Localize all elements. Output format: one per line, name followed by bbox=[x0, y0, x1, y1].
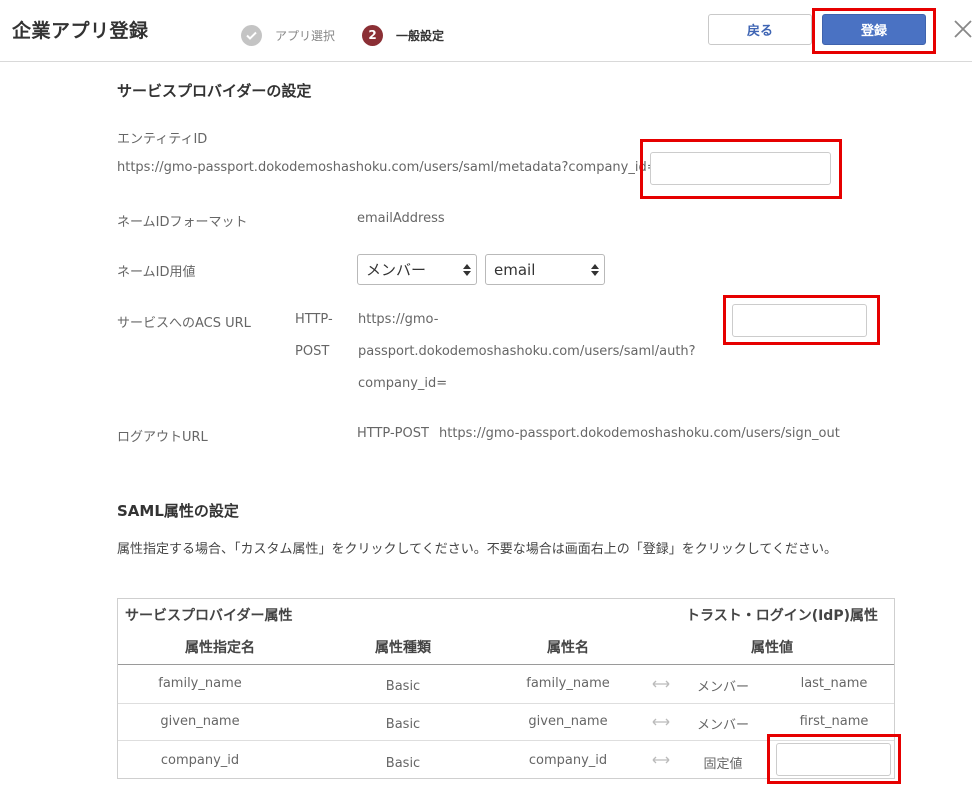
column-header-idp-attr: 属性名 bbox=[547, 640, 589, 656]
acs-url-line1: https://gmo- bbox=[358, 312, 439, 327]
acs-url-label: サービスへのACS URL bbox=[117, 316, 251, 331]
name-id-format-label: ネームIDフォーマット bbox=[117, 215, 248, 230]
group-header-sp: サービスプロバイダー属性 bbox=[125, 608, 293, 624]
logout-url-label: ログアウトURL bbox=[117, 430, 208, 445]
step-label: アプリ選択 bbox=[275, 28, 336, 43]
check-icon bbox=[241, 24, 262, 46]
column-header-attr-type: 属性種類 bbox=[375, 640, 431, 656]
header-bar: 企業アプリ登録 アプリ選択 2 一般設定 戻る 登録 bbox=[0, 0, 972, 62]
step-label: 一般設定 bbox=[396, 28, 445, 43]
cell-attr-name: company_id bbox=[160, 753, 240, 768]
step-general-settings: 2 一般設定 bbox=[362, 24, 444, 46]
column-header-attr-value: 属性値 bbox=[751, 640, 793, 656]
sp-settings-title: サービスプロバイダーの設定 bbox=[117, 82, 312, 100]
acs-url-line2: passport.dokodemoshashoku.com/users/saml… bbox=[358, 344, 696, 359]
company-id-value-input[interactable] bbox=[776, 743, 891, 776]
cell-attr-type: Basic bbox=[385, 679, 421, 694]
page-title: 企業アプリ登録 bbox=[12, 20, 149, 42]
select-value: メンバー bbox=[366, 261, 427, 279]
cell-idp-type: メンバー bbox=[696, 680, 750, 695]
cell-attr-type: Basic bbox=[385, 756, 421, 771]
step-number-badge: 2 bbox=[362, 24, 383, 46]
cell-attr-name: family_name bbox=[158, 676, 242, 691]
cell-idp-attr: family_name bbox=[526, 676, 610, 691]
acs-binding-line1: HTTP- bbox=[295, 312, 333, 327]
cell-idp-attr: company_id bbox=[528, 753, 608, 768]
column-header-attr-name: 属性指定名 bbox=[185, 640, 255, 656]
saml-description: 属性指定する場合、「カスタム属性」をクリックしてください。不要な場合は画面右上の… bbox=[117, 542, 837, 557]
name-id-source-select[interactable]: メンバー bbox=[357, 254, 477, 285]
saml-settings-title: SAML属性の設定 bbox=[117, 502, 239, 520]
group-header-idp: トラスト・ログイン(IdP)属性 bbox=[685, 608, 878, 624]
double-arrow-icon bbox=[652, 718, 670, 726]
select-arrows-icon bbox=[591, 264, 599, 276]
back-button[interactable]: 戻る bbox=[708, 14, 812, 45]
entity-id-url: https://gmo-passport.dokodemoshashoku.co… bbox=[117, 160, 658, 175]
name-id-attribute-select[interactable]: email bbox=[485, 254, 605, 285]
select-arrows-icon bbox=[463, 264, 471, 276]
register-button[interactable]: 登録 bbox=[822, 14, 926, 45]
entity-id-input[interactable] bbox=[650, 152, 831, 185]
cell-idp-attr: given_name bbox=[528, 714, 608, 729]
cell-idp-type: メンバー bbox=[696, 718, 750, 733]
cell-idp-type: 固定値 bbox=[703, 757, 743, 772]
name-id-value-label: ネームID用値 bbox=[117, 265, 196, 280]
select-value: email bbox=[494, 260, 536, 279]
cell-attr-type: Basic bbox=[385, 717, 421, 732]
entity-id-label: エンティティID bbox=[117, 132, 208, 147]
double-arrow-icon bbox=[652, 756, 670, 764]
step-app-select: アプリ選択 bbox=[241, 24, 335, 46]
acs-url-input[interactable] bbox=[732, 304, 867, 337]
name-id-format-value: emailAddress bbox=[357, 211, 445, 226]
acs-url-line3: company_id= bbox=[358, 376, 448, 391]
close-icon[interactable] bbox=[952, 18, 972, 40]
double-arrow-icon bbox=[652, 680, 670, 688]
row-divider bbox=[118, 703, 894, 704]
logout-url: https://gmo-passport.dokodemoshashoku.co… bbox=[439, 426, 840, 441]
logout-binding: HTTP-POST bbox=[357, 426, 429, 441]
cell-attr-value: last_name bbox=[800, 676, 868, 691]
header-divider bbox=[118, 664, 894, 665]
cell-attr-name: given_name bbox=[160, 714, 240, 729]
cell-attr-value: first_name bbox=[799, 714, 869, 729]
row-divider bbox=[118, 740, 894, 741]
acs-binding-line2: POST bbox=[295, 344, 330, 359]
